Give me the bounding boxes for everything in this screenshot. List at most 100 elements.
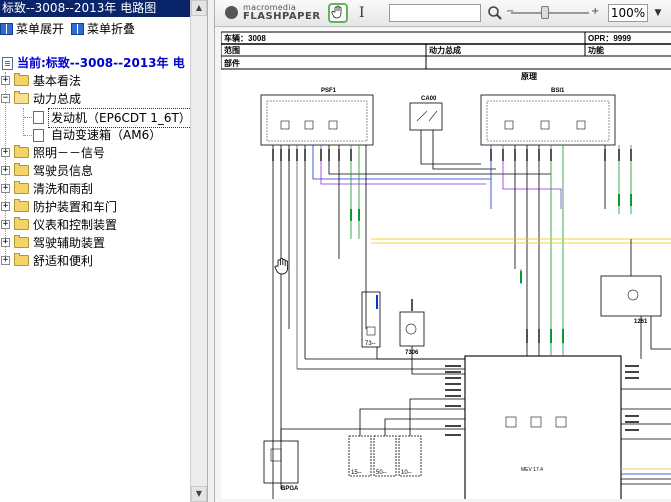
scope-value: 动力总成: [429, 45, 461, 55]
tree-item-wash-wipe[interactable]: + 清洗和雨刮: [0, 180, 190, 198]
expand-icon[interactable]: +: [1, 220, 10, 229]
scroll-down-icon[interactable]: ▼: [191, 486, 207, 502]
c1261-label: 1261: [634, 319, 648, 325]
c50-label: 50--: [376, 470, 387, 476]
bsi1-label: BSI1: [551, 88, 565, 94]
document-icon: [33, 129, 44, 142]
tree-item-label: 自动变速箱（AM6）: [51, 128, 162, 142]
wire-code-labels: [272, 149, 632, 343]
tree-item-label: 防护装置和车门: [33, 200, 118, 214]
text-cursor-icon[interactable]: I: [359, 5, 365, 21]
menu-collapse-button[interactable]: 菜单折叠: [71, 20, 135, 38]
pane-splitter[interactable]: [207, 0, 215, 502]
hand-tool-button[interactable]: [328, 3, 348, 23]
macromedia-logo-icon: [225, 6, 238, 19]
menu-expand-label: 菜单展开: [16, 22, 65, 36]
book-icon: [0, 23, 13, 35]
tree-item-gearbox[interactable]: 自动变速箱（AM6）: [0, 126, 190, 144]
c1261-box: [600, 275, 662, 317]
tree-item-label: 照明－－信号: [33, 146, 106, 160]
scroll-up-icon[interactable]: ▲: [191, 0, 207, 16]
menu-collapse-label: 菜单折叠: [87, 22, 136, 36]
mev-pin-labels: [445, 365, 639, 436]
c7306-label: 7306: [405, 350, 419, 356]
find-input[interactable]: [389, 4, 481, 22]
hand-icon: [331, 5, 342, 19]
vehicle-label: 车辆：3008: [224, 33, 266, 43]
tree-item-label: 驾驶辅助装置: [33, 236, 106, 250]
current-path-label: 当前:标致--3008--2013年 电: [17, 56, 185, 70]
zoom-level-field[interactable]: 100%: [608, 4, 648, 22]
expand-icon[interactable]: +: [1, 202, 10, 211]
tree-item-label: 动力总成: [33, 92, 82, 106]
folder-icon: [14, 217, 29, 230]
folder-icon: [14, 181, 29, 194]
search-icon[interactable]: [487, 5, 503, 21]
document-page: 车辆：3008 OPR：9999 范围 动力总成 功能 部件 原理 PSF1 C…: [221, 29, 671, 502]
part-label: 部件: [224, 58, 240, 68]
tree-item-label: 基本看法: [33, 74, 82, 88]
chevron-down-icon[interactable]: ▼: [651, 4, 665, 22]
psf1-box: [260, 94, 374, 146]
tree-pane: 标致--3008--2013年 电路图 菜单展开 菜单折叠 当前:标致--300…: [0, 0, 190, 502]
viewer-toolbar: macromedia FLASHPAPER I − + 100% ▼: [215, 0, 671, 27]
tree-item-label: 清洗和雨刮: [33, 182, 94, 196]
tree-item-label: 舒适和便利: [33, 254, 94, 268]
tree-item-doors[interactable]: + 防护装置和车门: [0, 198, 190, 216]
folder-icon: [14, 73, 29, 86]
psf1-label: PSF1: [321, 88, 337, 94]
scope-label: 范围: [224, 45, 240, 55]
folder-icon: [14, 253, 29, 266]
folder-icon: [14, 145, 29, 158]
flashpaper-viewer: macromedia FLASHPAPER I − + 100% ▼: [215, 0, 671, 502]
hand-cursor-icon: [274, 257, 289, 275]
current-path: 当前:标致--3008--2013年 电: [2, 54, 185, 72]
bsi1-box: [480, 94, 616, 146]
tree-item-lighting[interactable]: + 照明－－信号: [0, 144, 190, 162]
c15-label: 15--: [351, 470, 362, 476]
window-title: 标致--3008--2013年 电路图: [0, 0, 190, 17]
folder-icon: [14, 199, 29, 212]
c10-label: 10--: [401, 470, 412, 476]
expand-icon[interactable]: +: [1, 184, 10, 193]
expand-icon[interactable]: +: [1, 256, 10, 265]
flashpaper-logo: macromedia FLASHPAPER: [225, 3, 335, 25]
open-folder-icon: [14, 91, 29, 104]
ca00-label: CA00: [421, 96, 437, 102]
tree-item-basic[interactable]: + 基本看法: [0, 72, 190, 90]
tree-item-engine[interactable]: 发动机（EP6CDT 1_6T）: [0, 108, 190, 128]
book-icon: [71, 23, 84, 35]
zoom-slider-thumb[interactable]: [541, 6, 549, 19]
ca00-box: [409, 102, 443, 131]
logo-bottom-text: FLASHPAPER: [243, 11, 321, 22]
expand-icon[interactable]: +: [1, 148, 10, 157]
expand-icon[interactable]: +: [1, 76, 10, 85]
zoom-in-icon[interactable]: +: [591, 6, 599, 17]
tree-item-label: 发动机（EP6CDT 1_6T）: [48, 108, 190, 128]
tree-item-label: 仪表和控制装置: [33, 218, 118, 232]
c7306-box: [399, 311, 425, 347]
menu-expand-button[interactable]: 菜单展开: [0, 20, 64, 38]
opr-label: OPR：9999: [588, 34, 632, 43]
tree-item-label: 驾驶员信息: [33, 164, 94, 178]
tree-scrollbar[interactable]: ▲ ▼: [190, 0, 207, 502]
document-icon: [2, 57, 13, 70]
tree-item-driving-aids[interactable]: + 驾驶辅助装置: [0, 234, 190, 252]
tree-item-comfort[interactable]: + 舒适和便利: [0, 252, 190, 270]
mev-box: [464, 355, 622, 502]
mev-label: MEV 17.4: [521, 467, 543, 473]
zoom-slider-track[interactable]: [511, 12, 589, 14]
section-title: 原理: [521, 72, 537, 81]
function-label: 功能: [588, 45, 604, 55]
expand-icon[interactable]: +: [1, 238, 10, 247]
c73-label: 73--: [365, 341, 376, 347]
tree-item-instruments[interactable]: + 仪表和控制装置: [0, 216, 190, 234]
tree-item-powertrain[interactable]: − 动力总成: [0, 90, 190, 108]
collapse-icon[interactable]: −: [1, 94, 10, 103]
bpga-label: BPGA: [281, 486, 299, 492]
expand-icon[interactable]: +: [1, 166, 10, 175]
wiring-diagram: 车辆：3008 OPR：9999 范围 动力总成 功能 部件 原理 PSF1 C…: [221, 31, 671, 502]
folder-icon: [14, 163, 29, 176]
document-icon: [33, 111, 44, 124]
tree-item-driver-info[interactable]: + 驾驶员信息: [0, 162, 190, 180]
